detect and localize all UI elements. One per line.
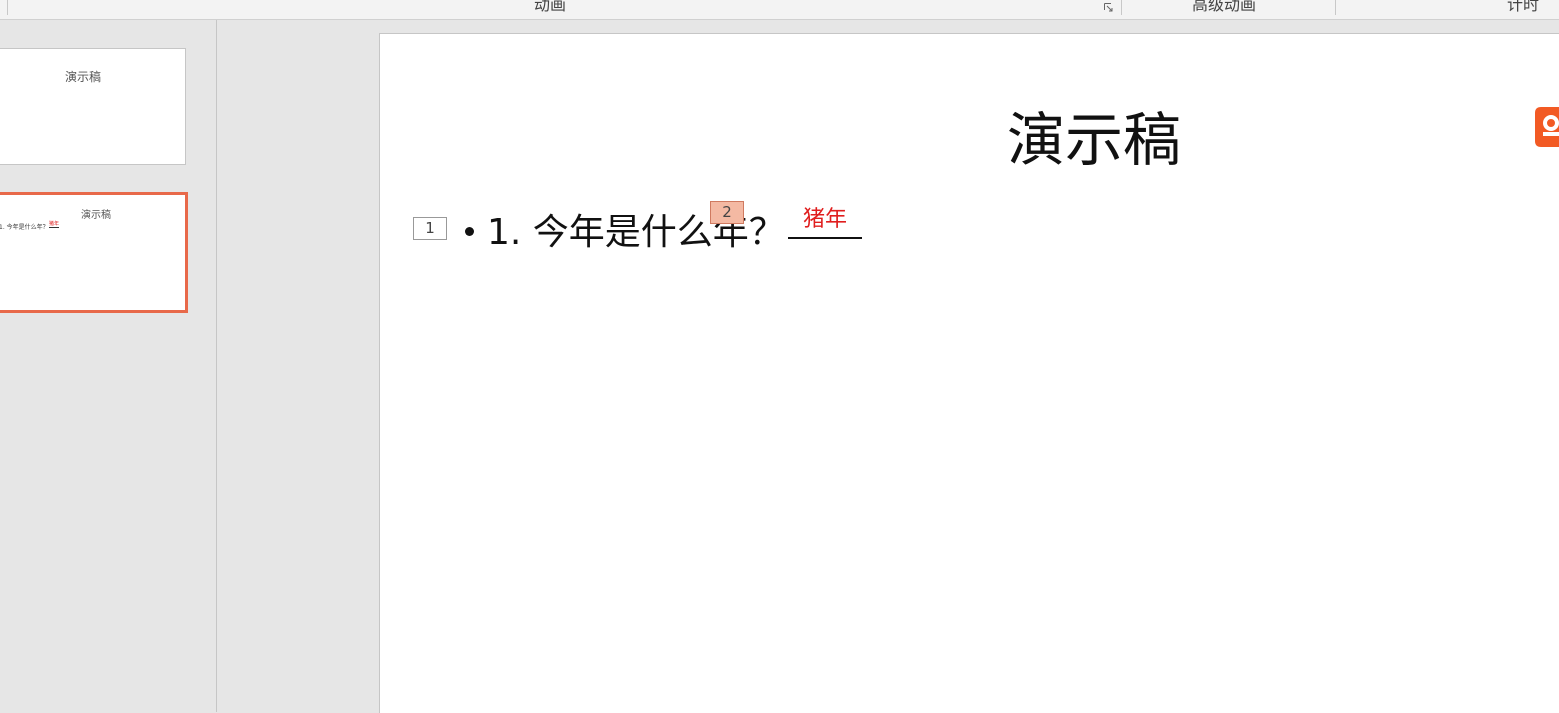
animation-order-tag-2[interactable]: 2	[710, 201, 744, 224]
thumbnail-title: 演示稿	[65, 70, 102, 84]
ribbon-group-timing-label: 计时	[1507, 0, 1540, 14]
ribbon-group-advanced-animation-label: 高级动画	[1192, 0, 1257, 14]
ribbon-separator	[1335, 0, 1336, 15]
ribbon-group-bar: 动画 高级动画 计时	[0, 0, 1559, 20]
thumbnail-question-text: 1. 今年是什么年？	[0, 224, 49, 231]
thumbnail-answer-text: 猪年	[49, 221, 60, 228]
dialog-launcher-icon[interactable]	[1104, 3, 1113, 12]
answer-blank-underline	[788, 237, 862, 239]
bullet-point	[465, 227, 474, 236]
brand-logo-icon	[1535, 107, 1559, 147]
ribbon-group-animation-label: 动画	[534, 0, 567, 14]
slide-thumbnail-pane: 演示稿 演示稿 1. 今年是什么年？ 猪年	[0, 20, 217, 712]
answer-text[interactable]: 猪年	[803, 206, 847, 234]
thumbnail-title: 演示稿	[81, 210, 111, 221]
ribbon-separator	[1121, 0, 1122, 15]
slide-thumbnail-1[interactable]: 演示稿	[0, 48, 186, 165]
slide-title[interactable]: 演示稿	[1007, 102, 1181, 178]
slide-canvas[interactable]: 演示稿 1 1. 今年是什么年？ 猪年 2	[379, 33, 1559, 713]
slide-thumbnail-2-selected[interactable]: 演示稿 1. 今年是什么年？ 猪年	[0, 192, 188, 313]
ribbon-separator	[7, 0, 8, 15]
animation-order-tag-1[interactable]: 1	[413, 217, 447, 240]
